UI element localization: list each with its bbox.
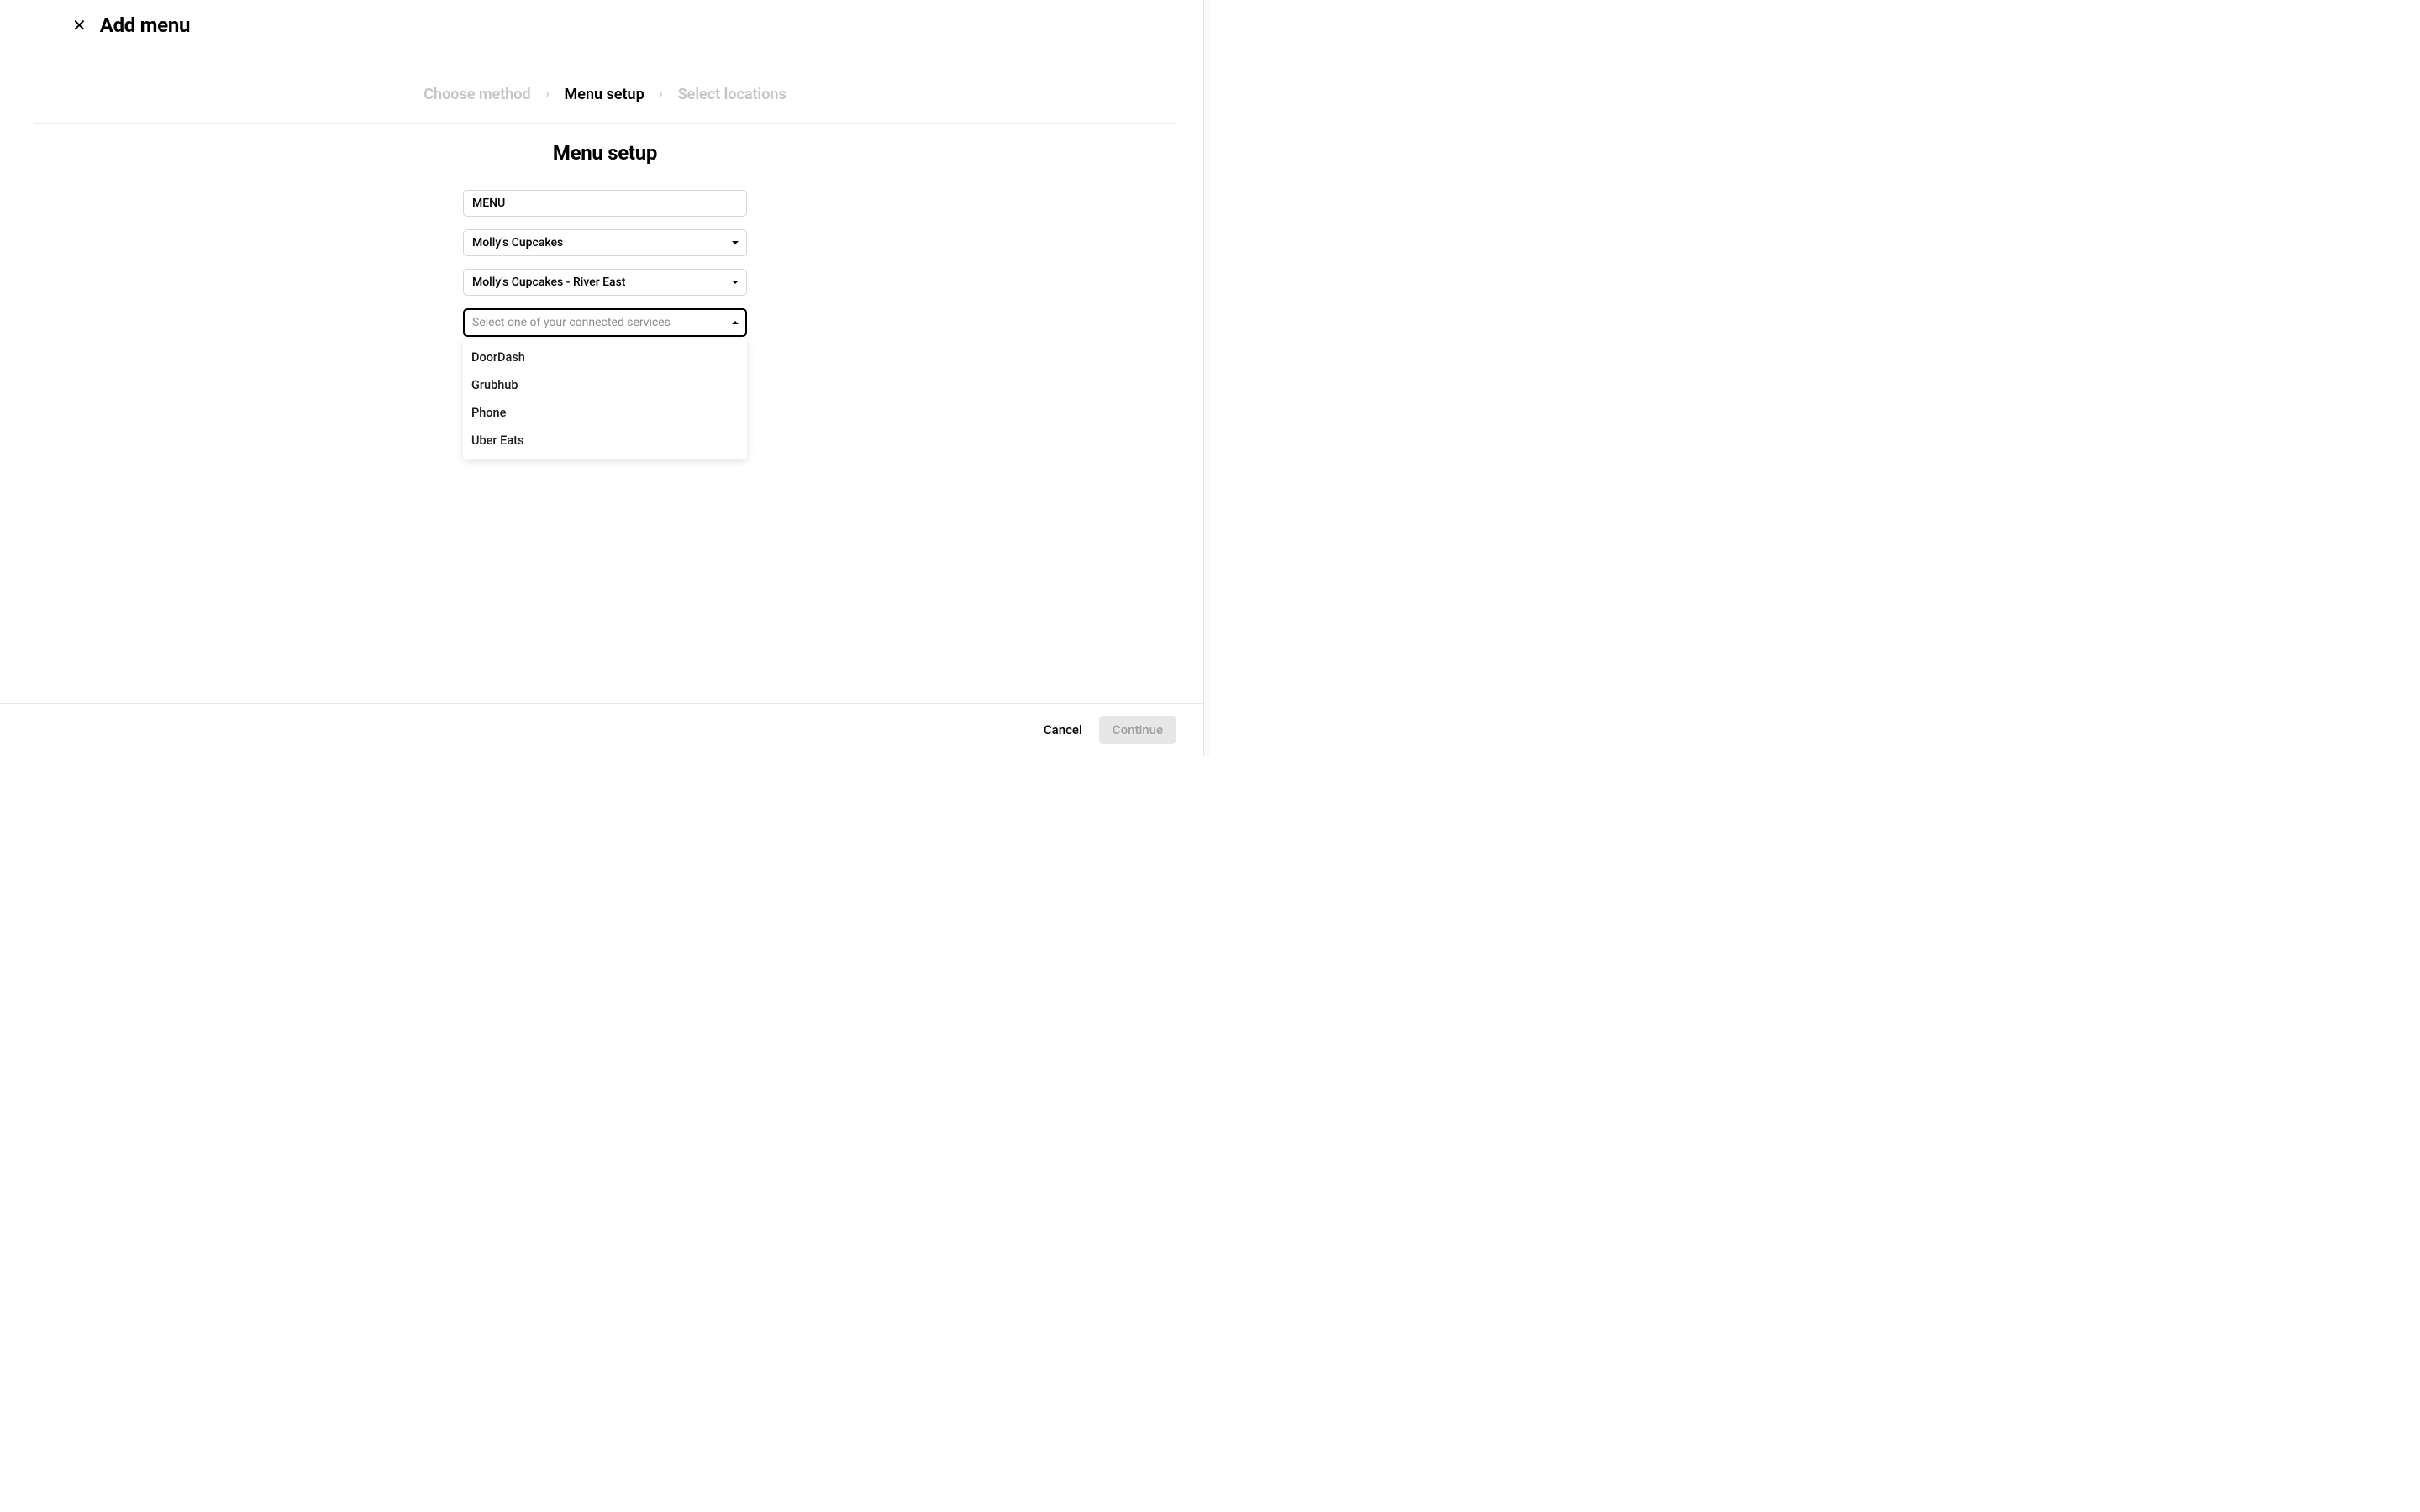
breadcrumb-step-select-locations[interactable]: Select locations [678, 86, 786, 103]
footer: Cancel Continue [0, 703, 1210, 756]
breadcrumb: Choose method › Menu setup › Select loca… [0, 86, 1210, 103]
service-option-phone[interactable]: Phone [463, 399, 747, 427]
cancel-button[interactable]: Cancel [1044, 722, 1082, 738]
menu-name-input[interactable] [463, 190, 747, 217]
service-placeholder-text: Select one of your connected services [472, 316, 671, 329]
header: ✕ Add menu [0, 0, 1210, 37]
continue-button[interactable]: Continue [1099, 716, 1176, 744]
chevron-right-icon: › [660, 88, 663, 101]
breadcrumb-step-menu-setup[interactable]: Menu setup [565, 86, 644, 103]
service-option-doordash[interactable]: DoorDash [463, 344, 747, 371]
menu-setup-form: Molly's Cupcakes Molly's Cupcakes - Rive… [463, 190, 747, 337]
service-option-grubhub[interactable]: Grubhub [463, 371, 747, 399]
location-select[interactable]: Molly's Cupcakes - River East [463, 269, 747, 296]
service-select-placeholder: Select one of your connected services [463, 308, 747, 337]
page-title: Add menu [100, 13, 190, 37]
service-select[interactable]: Select one of your connected services Do… [463, 308, 747, 337]
right-edge-strip [1203, 0, 1210, 756]
main-content: Menu setup Molly's Cupcakes Molly's Cupc… [0, 141, 1210, 337]
brand-select-value: Molly's Cupcakes [463, 229, 747, 256]
breadcrumb-step-choose-method[interactable]: Choose method [424, 86, 530, 103]
location-select-value: Molly's Cupcakes - River East [463, 269, 747, 296]
service-dropdown-list: DoorDash Grubhub Phone Uber Eats [463, 339, 747, 459]
brand-select[interactable]: Molly's Cupcakes [463, 229, 747, 256]
chevron-right-icon: › [546, 88, 550, 101]
close-icon[interactable]: ✕ [72, 17, 87, 34]
section-title: Menu setup [553, 141, 657, 165]
service-option-ubereats[interactable]: Uber Eats [463, 427, 747, 454]
divider [34, 123, 1176, 124]
